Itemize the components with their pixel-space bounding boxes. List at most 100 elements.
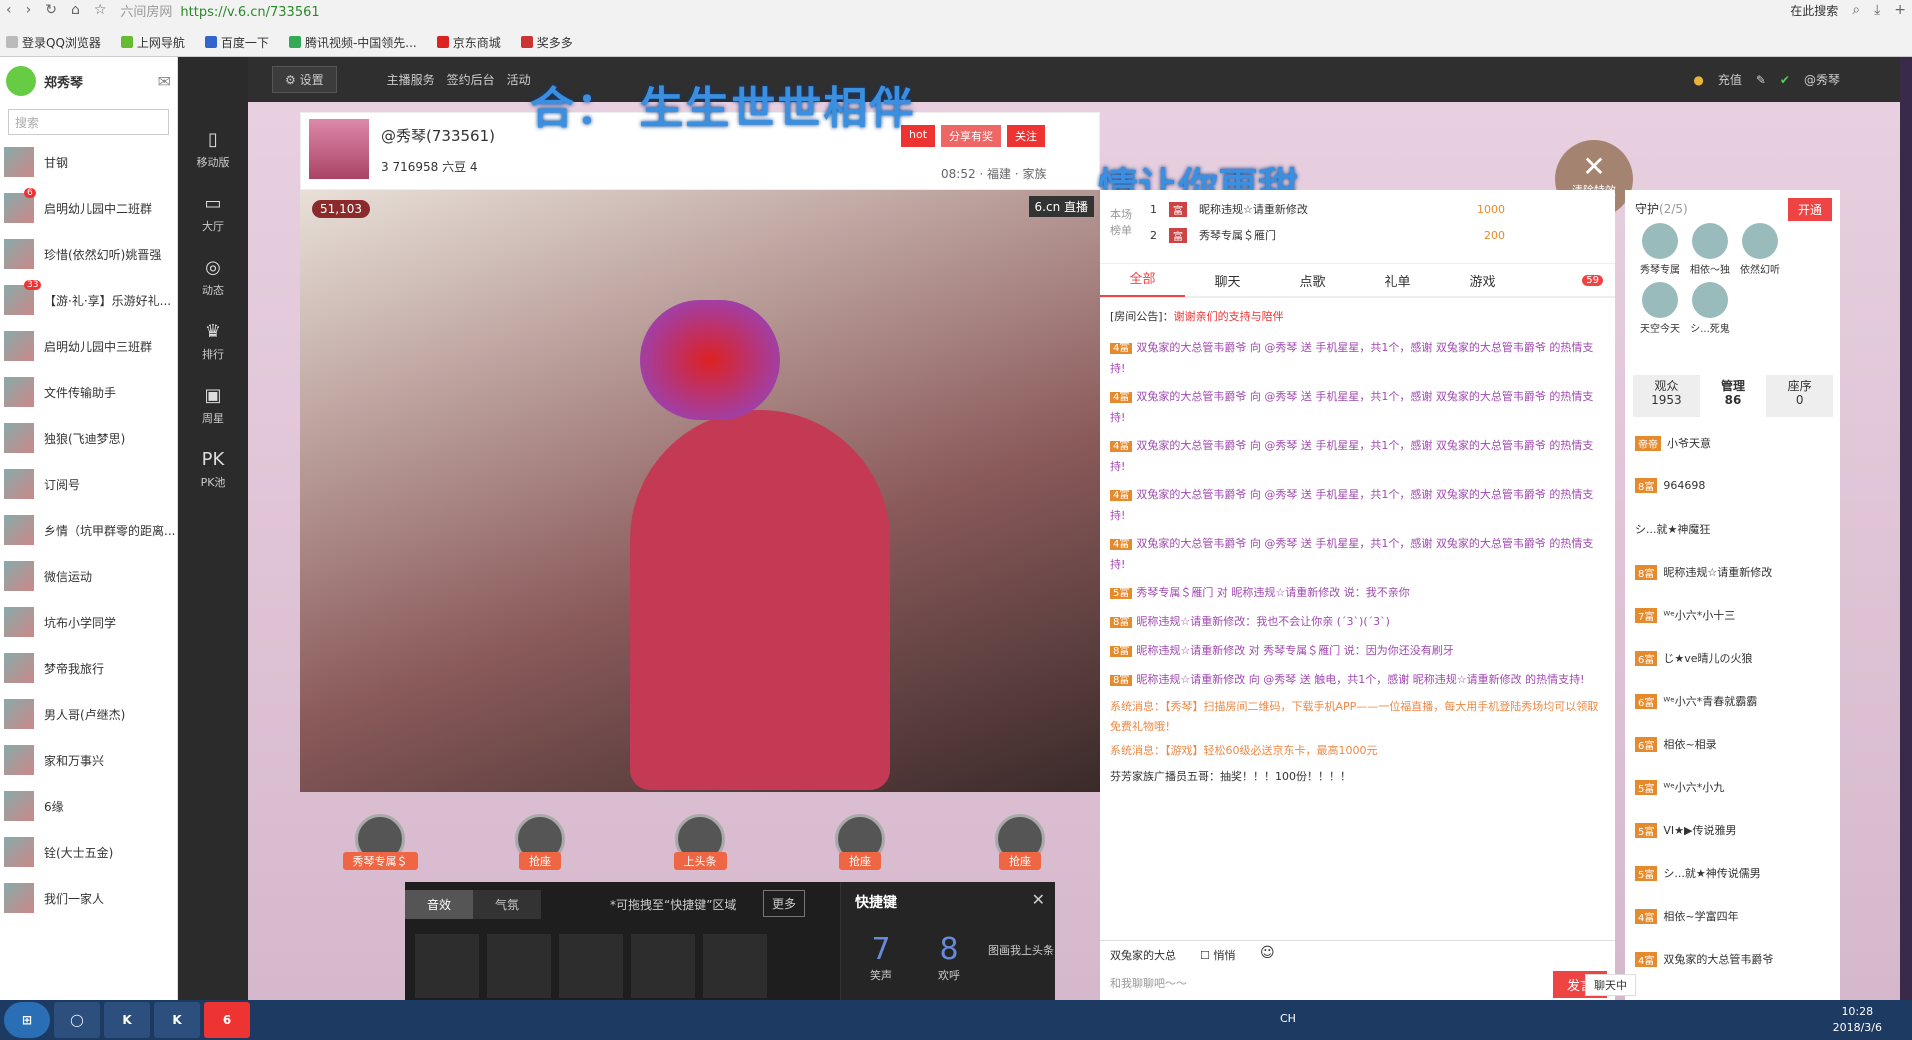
bookmark-item[interactable]: 奖多多 <box>520 34 573 51</box>
seat[interactable]: 上头条 <box>655 800 745 870</box>
shortcut-key[interactable]: 图画我上头条 <box>987 942 1055 958</box>
rank-row[interactable]: 1 富昵称违规☆请重新修改 1000 <box>1150 196 1605 222</box>
viewer-row[interactable]: 5富 VI★▶传说雅男 <box>1635 822 1736 838</box>
anchor-avatar[interactable] <box>309 119 369 179</box>
wechat-list-item[interactable]: 6缘 <box>0 783 177 829</box>
taskbar-app[interactable]: K <box>154 1002 200 1038</box>
chat-tab[interactable]: 游戏 <box>1440 271 1525 290</box>
guard-member[interactable]: シ...死鬼 <box>1685 282 1735 335</box>
emoji-icon[interactable]: ☺ <box>1260 945 1275 961</box>
seat[interactable]: 秀琴专属＄ <box>335 800 425 870</box>
wechat-list-item[interactable]: 文件传输助手 <box>0 369 177 415</box>
magnifier-icon[interactable]: ⌕ <box>1852 2 1860 18</box>
whisper-checkbox[interactable]: ☐ 悄悄 <box>1200 947 1235 963</box>
taskbar-app[interactable]: K <box>104 1002 150 1038</box>
wechat-list-item[interactable]: 家和万事兴 <box>0 737 177 783</box>
chat-to-select[interactable]: 双兔家的大总 <box>1110 947 1176 963</box>
share-button[interactable]: 分享有奖 <box>941 125 1002 147</box>
user-menu[interactable]: @秀琴 <box>1804 71 1840 88</box>
wechat-list-item[interactable]: 6 启明幼儿园中二班群 <box>0 185 177 231</box>
viewer-row[interactable]: 6富 じ★ve晴儿の火狼 <box>1635 650 1753 666</box>
seat[interactable]: 抢座 <box>815 800 905 870</box>
browser-search[interactable]: 在此搜索 <box>1790 2 1838 19</box>
bookmark-item[interactable]: 上网导航 <box>120 34 185 51</box>
bookmark-item[interactable]: 百度一下 <box>204 34 269 51</box>
wechat-search-input[interactable]: 搜索 <box>8 109 169 135</box>
bookmark-item[interactable]: 腾讯视频-中国领先... <box>288 34 417 51</box>
wechat-list-item[interactable]: 乡情（坑甲群零的距离... <box>0 507 177 553</box>
chat-tab[interactable]: 聊天 <box>1185 271 1270 290</box>
chat-tab[interactable]: 点歌 <box>1270 271 1355 290</box>
side-nav-item[interactable]: PK PK池 <box>178 437 248 501</box>
guard-member[interactable]: 依然幻听 <box>1735 223 1785 276</box>
wechat-list-item[interactable]: 铨(大士五金) <box>0 829 177 875</box>
star-icon[interactable]: ☆ <box>94 2 107 18</box>
wechat-list-item[interactable]: 33 【游·礼·享】乐游好礼... <box>0 277 177 323</box>
chat-input[interactable]: 和我聊聊吧～～ <box>1110 975 1187 991</box>
plus-icon[interactable]: + <box>1894 2 1906 18</box>
download-icon[interactable]: ⤓ <box>1874 2 1880 18</box>
wechat-list-item[interactable]: 男人哥(卢继杰) <box>0 691 177 737</box>
guard-member[interactable]: 秀琴专属 <box>1635 223 1685 276</box>
language-indicator[interactable]: CH <box>1280 1012 1296 1025</box>
wechat-list-item[interactable]: 启明幼儿园中三班群 <box>0 323 177 369</box>
viewer-row[interactable]: 6富 相依~相录 <box>1635 736 1717 752</box>
side-nav-item[interactable]: ▭ 大厅 <box>178 181 248 245</box>
fx-slot[interactable] <box>559 934 623 998</box>
guard-member[interactable]: 相依～独 <box>1685 223 1735 276</box>
side-nav-item[interactable]: ▯ 移动版 <box>178 117 248 181</box>
bookmark-item[interactable]: 登录QQ浏览器 <box>6 34 101 51</box>
chat-bubble-icon[interactable]: ✉ <box>158 72 171 91</box>
wechat-list-item[interactable]: 订阅号 <box>0 461 177 507</box>
chatting-button[interactable]: 聊天中 <box>1585 974 1636 996</box>
side-nav-item[interactable]: ▣ 周星 <box>178 373 248 437</box>
chat-tab[interactable]: 礼单 <box>1355 271 1440 290</box>
shortcut-key[interactable]: 7 笑声 <box>851 932 911 983</box>
fx-slot[interactable] <box>415 934 479 998</box>
system-clock[interactable]: 10:28 2018/3/6 <box>1833 1004 1882 1036</box>
back-icon[interactable]: ‹ <box>6 2 12 18</box>
viewer-row[interactable]: 5富 ᵂᵉ小六*小九 <box>1635 779 1724 795</box>
viewer-row[interactable]: 4富 相依~学富四年 <box>1635 908 1739 924</box>
tab-atmosphere[interactable]: 气氛 <box>473 890 542 919</box>
viewer-row[interactable]: 8富 昵称违规☆请重新修改 <box>1635 564 1772 580</box>
chat-tab[interactable]: 全部 <box>1100 263 1185 297</box>
wechat-list-item[interactable]: 梦帝我旅行 <box>0 645 177 691</box>
wechat-list-item[interactable]: 甘钢 <box>0 139 177 185</box>
taskbar-app[interactable]: 6 <box>204 1002 250 1038</box>
fx-more-button[interactable]: 更多 <box>763 890 806 917</box>
settings-button[interactable]: ⚙ 设置 <box>272 66 337 93</box>
rank-row[interactable]: 2 富秀琴专属＄雁门 200 <box>1150 222 1605 248</box>
viewer-row[interactable]: 7富 ᵂᵉ小六*小十三 <box>1635 607 1735 623</box>
guard-member[interactable]: 天空今天 <box>1635 282 1685 335</box>
forward-icon[interactable]: › <box>26 2 32 18</box>
edit-icon[interactable]: ✎ <box>1756 73 1766 87</box>
fx-slot[interactable] <box>487 934 551 998</box>
wechat-list-item[interactable]: 坑布小学同学 <box>0 599 177 645</box>
address-bar[interactable]: 六间房网 https://v.6.cn/733561 <box>120 1 319 20</box>
audience-tab[interactable]: 观众 1953 <box>1633 375 1700 417</box>
bookmark-item[interactable]: 京东商城 <box>436 34 501 51</box>
activity-link[interactable]: 活动 <box>507 71 531 88</box>
refresh-icon[interactable]: ↻ <box>45 2 57 18</box>
sign-link[interactable]: 签约后台 <box>447 71 495 88</box>
audience-tab[interactable]: 座序 0 <box>1766 375 1833 417</box>
tab-sound[interactable]: 音效 <box>405 890 474 919</box>
viewer-row[interactable]: 8富 964698 <box>1635 478 1705 493</box>
live-video[interactable]: 51,103 6.cn 直播 <box>300 190 1100 792</box>
seat[interactable]: 抢座 <box>495 800 585 870</box>
viewer-row[interactable]: 5富 シ...就★神传说儒男 <box>1635 865 1761 881</box>
follow-button[interactable]: 关注 <box>1007 125 1046 147</box>
viewer-row[interactable]: シ...就★神魔狂 <box>1635 521 1710 537</box>
viewer-row[interactable]: 4富 双兔家的大总管韦爵爷 <box>1635 951 1773 967</box>
wechat-list-item[interactable]: 独狼(飞迪梦思) <box>0 415 177 461</box>
close-icon[interactable]: ✕ <box>1032 890 1045 909</box>
audience-tab[interactable]: 管理 86 <box>1699 375 1767 417</box>
fx-slot[interactable] <box>703 934 767 998</box>
wechat-list-item[interactable]: 微信运动 <box>0 553 177 599</box>
home-icon[interactable]: ⌂ <box>71 2 80 18</box>
seat[interactable]: 抢座 <box>975 800 1065 870</box>
shortcut-key[interactable]: 8 欢呼 <box>919 932 979 983</box>
wechat-list-item[interactable]: 我们一家人 <box>0 875 177 921</box>
fx-slot[interactable] <box>631 934 695 998</box>
